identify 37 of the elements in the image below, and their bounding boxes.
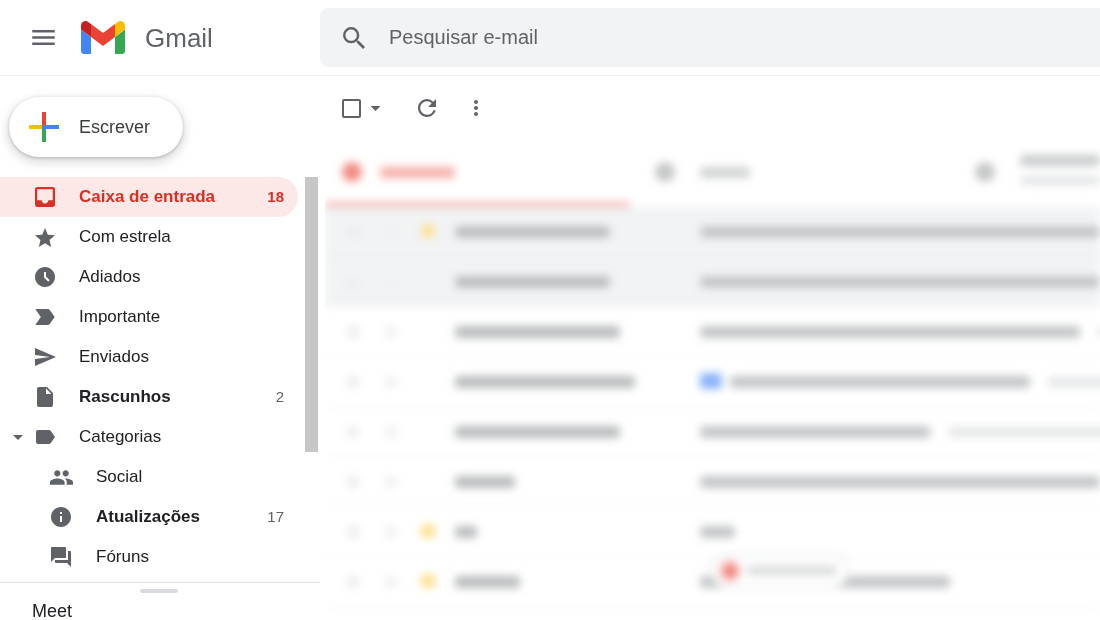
nav-item[interactable]: Atualizações 17 xyxy=(0,497,298,537)
chat-bubbles-icon xyxy=(51,547,71,567)
nav-item[interactable]: Rascunhos 2 xyxy=(0,377,298,417)
nav-item[interactable]: Importante xyxy=(0,297,298,337)
send-icon xyxy=(34,348,56,366)
compose-button[interactable]: Escrever xyxy=(9,97,183,157)
nav-item[interactable]: Social xyxy=(0,457,298,497)
unread-count: 2 xyxy=(275,388,284,406)
nav-item[interactable]: Enviados xyxy=(0,337,298,377)
star-icon xyxy=(35,227,55,247)
nav-item[interactable]: Fóruns xyxy=(0,537,298,577)
unread-count: 18 xyxy=(267,188,284,206)
drag-handle[interactable] xyxy=(140,589,178,593)
info-icon xyxy=(51,507,71,527)
app-name: Gmail xyxy=(145,24,213,51)
plus-icon xyxy=(29,112,59,142)
menu-icon[interactable] xyxy=(32,30,55,45)
clock-icon xyxy=(35,267,55,287)
m-logo-icon xyxy=(81,21,125,54)
nav-item[interactable]: Adiados xyxy=(0,257,298,297)
section-title: Meet xyxy=(32,601,73,620)
select-all-checkbox[interactable] xyxy=(342,98,361,118)
more-vertical-icon[interactable] xyxy=(474,100,478,116)
refresh-icon[interactable] xyxy=(418,99,436,117)
caret-icon[interactable] xyxy=(370,105,381,111)
file-icon xyxy=(37,387,53,407)
people-icon xyxy=(49,469,73,485)
label-icon xyxy=(35,430,55,444)
unread-count: 17 xyxy=(267,508,284,526)
inbox-icon xyxy=(35,187,55,207)
label-arrow-icon xyxy=(35,309,55,325)
search-icon[interactable] xyxy=(343,26,365,49)
scrollbar-thumb[interactable] xyxy=(305,177,318,452)
nav-item[interactable]: Com estrela xyxy=(0,217,298,257)
caret-icon[interactable] xyxy=(13,434,23,440)
nav-item[interactable]: Categorias xyxy=(0,417,298,457)
nav-item[interactable]: Caixa de entrada 18 xyxy=(0,177,298,217)
